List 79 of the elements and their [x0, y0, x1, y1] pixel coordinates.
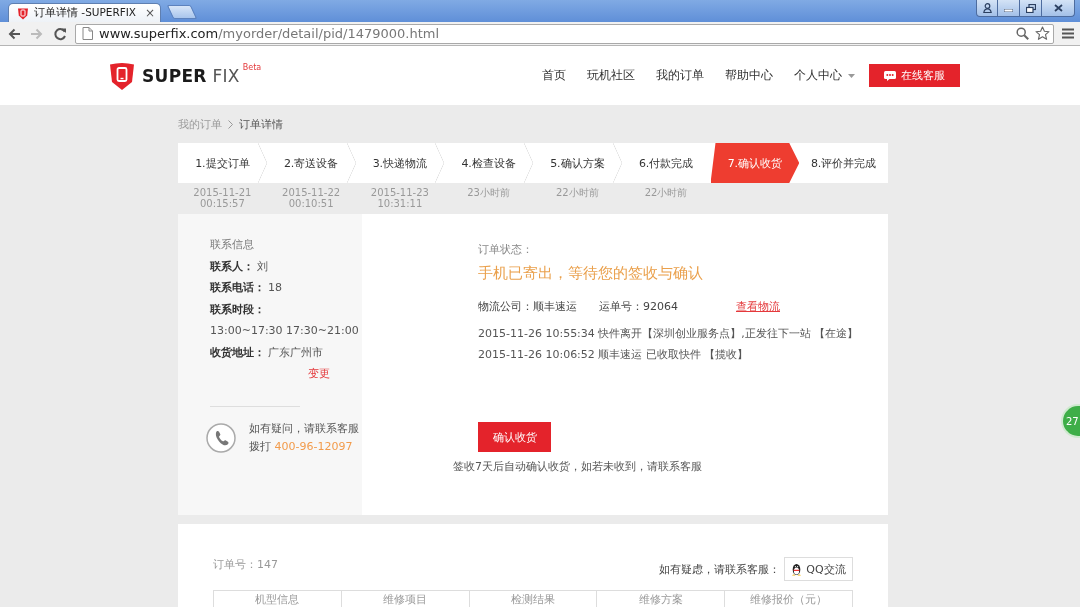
nav-link[interactable]: 我的订单	[656, 68, 704, 83]
beta-label: Beta	[242, 62, 262, 72]
progress-step: 6.付款完成	[621, 143, 711, 183]
restore-button[interactable]	[1020, 0, 1042, 17]
qq-chat-button[interactable]: QQ交流	[784, 557, 853, 581]
tab-title: 订单详情 -SUPERFIX	[34, 6, 138, 20]
progress-step: 5.确认方案	[533, 143, 622, 183]
browser-tab[interactable]: 订单详情 -SUPERFIX ×	[8, 3, 161, 22]
step-time: 22小时前	[643, 187, 689, 200]
field-value: 刘	[257, 258, 268, 275]
field-label: 联系人：	[210, 258, 254, 275]
nav-link[interactable]: 帮助中心	[725, 68, 773, 83]
field-label: 收货地址：	[210, 344, 265, 361]
progress-step: 8.评价并完成	[799, 143, 888, 183]
tracking-event: 2015-11-26 10:55:34 快件离开【深圳创业服务点】,正发往下一站 【在途】	[478, 325, 860, 342]
step-time: 2015-11-21 00:15:57	[192, 187, 253, 211]
menu-icon[interactable]	[1062, 28, 1074, 39]
progress-step: 2.寄送设备	[266, 143, 356, 183]
column-header: 机型信息	[214, 591, 342, 607]
auto-confirm-note: 签收7天后自动确认收货，如若未收到，请联系客服	[453, 460, 703, 474]
back-icon[interactable]	[7, 26, 21, 41]
chat-icon	[884, 70, 896, 81]
url-text: www.superfix.com/myorder/detail/pid/1479000.html	[99, 26, 441, 41]
penguin-icon	[791, 562, 803, 576]
step-time: 22小时前	[555, 187, 600, 200]
logo-text: SUPER FIX	[142, 65, 240, 86]
progress-step: 7.确认收货	[710, 143, 800, 183]
track-link[interactable]: 查看物流	[736, 298, 780, 316]
close-window-button[interactable]	[1042, 0, 1075, 17]
chevron-icon	[228, 119, 233, 129]
user-icon	[982, 3, 992, 13]
field-value: 13:00~17:30 17:30~21:00	[210, 323, 359, 339]
waybill-text: 运单号：92064	[599, 299, 678, 315]
minimize-icon	[1004, 9, 1013, 12]
progress-step: 3.快递物流	[355, 143, 445, 183]
nav-link[interactable]: 玩机社区	[587, 68, 635, 83]
close-icon	[1053, 4, 1063, 12]
dial-label: 拨打	[249, 439, 271, 453]
address-bar[interactable]: www.superfix.com/myorder/detail/pid/1479000.html	[75, 23, 1054, 44]
step-time: 2015-11-23 10:31:11	[369, 187, 430, 211]
nav-link[interactable]: 个人中心	[794, 68, 855, 83]
help-text: 如有疑问，请联系客服	[249, 420, 359, 437]
logo-icon[interactable]	[108, 60, 136, 91]
nav-link[interactable]: 首页	[542, 68, 566, 83]
phone-icon	[206, 422, 236, 453]
field-label: 联系电话：	[210, 280, 265, 296]
status-label: 订单状态：	[478, 242, 534, 258]
step-time: 2015-11-22 00:10:51	[281, 187, 342, 211]
field-label: 联系时段：	[210, 301, 265, 318]
field-value: 18	[268, 280, 282, 296]
progress-step: 4.检查设备	[444, 143, 533, 183]
new-tab-button[interactable]	[166, 5, 198, 19]
help-text: 如有疑虑，请联系客服：	[659, 561, 780, 577]
progress-step: 1.提交订单	[178, 143, 267, 183]
column-header: 维修报价（元）	[725, 591, 853, 607]
column-header: 维修方案	[597, 591, 726, 607]
field-value: 广东广州市	[268, 344, 323, 361]
courier-text: 物流公司：顺丰速运	[478, 299, 577, 315]
search-icon[interactable]	[1016, 27, 1029, 40]
shield-icon	[17, 6, 29, 20]
document-icon	[82, 27, 93, 40]
tab-close-button[interactable]: ×	[144, 7, 155, 19]
column-header: 维修项目	[341, 591, 470, 607]
phone-number: 400-96-12097	[274, 439, 353, 453]
change-link[interactable]: 变更	[308, 363, 330, 385]
minimize-button[interactable]	[998, 0, 1020, 17]
order-number: 订单号：147	[213, 558, 278, 573]
online-service-button[interactable]: 在线客服	[869, 64, 960, 87]
status-headline: 手机已寄出，等待您的签收与确认	[478, 263, 704, 283]
breadcrumb-current: 订单详情	[239, 116, 283, 132]
tracking-event: 2015-11-26 10:06:52 顺丰速运 已收取快件 【揽收】	[478, 346, 750, 363]
profile-button[interactable]	[976, 0, 998, 17]
restore-icon	[1025, 3, 1036, 13]
step-time: 23小时前	[466, 187, 511, 200]
star-icon[interactable]	[1035, 26, 1050, 41]
reload-icon[interactable]	[53, 26, 67, 41]
column-header: 检测结果	[469, 591, 598, 607]
section-title: 联系信息	[210, 237, 255, 253]
confirm-receipt-button[interactable]: 确认收货	[478, 422, 551, 452]
